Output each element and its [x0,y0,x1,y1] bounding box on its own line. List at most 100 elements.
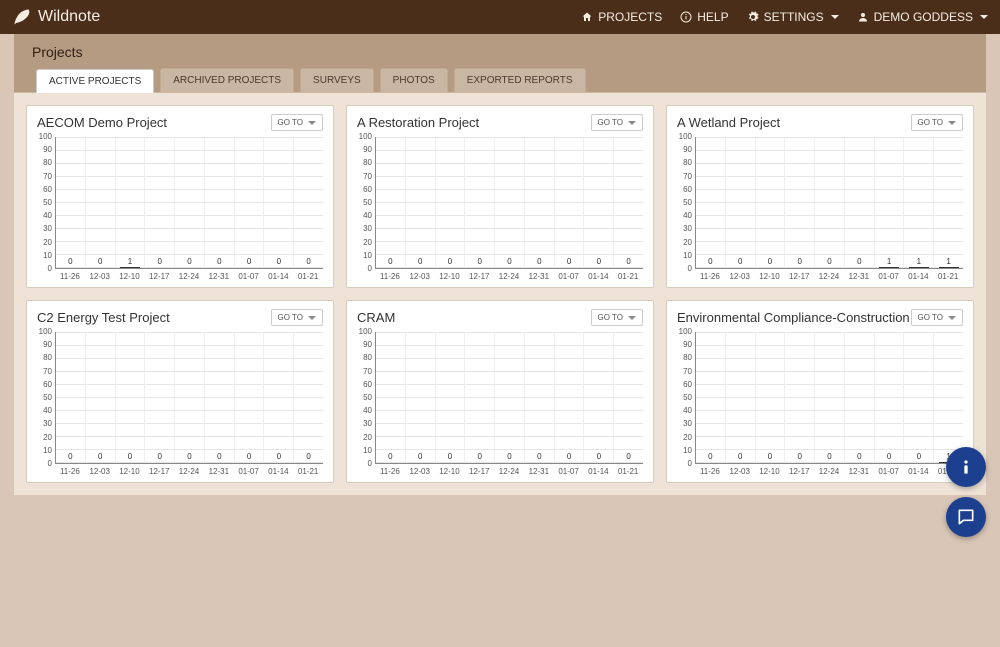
column-value: 0 [555,452,584,461]
chart-column: 1 [934,332,963,463]
chart-column: 1 [875,137,905,268]
column-value: 0 [465,257,494,266]
chart-column: 0 [175,137,205,268]
chart-column: 0 [815,332,845,463]
nav-projects-label: PROJECTS [598,10,662,24]
plot-area: 00000000011-2612-0312-1012-1712-2412-310… [375,137,643,281]
column-value: 0 [815,257,844,266]
chart-column: 0 [614,332,643,463]
chevron-down-icon [308,121,316,125]
column-value: 0 [376,452,405,461]
column-value: 0 [584,452,613,461]
column-value: 1 [116,257,145,266]
nav-help-label: HELP [697,10,728,24]
x-axis: 11-2612-0312-1012-1712-2412-3101-0701-14… [55,467,323,476]
feather-icon [12,7,32,27]
value-underline [909,267,929,268]
column-value: 0 [495,257,524,266]
tab-archived-projects[interactable]: ARCHIVED PROJECTS [160,68,294,92]
chart-column: 0 [465,332,495,463]
column-value: 0 [785,257,814,266]
plot-area: 00000011111-2612-0312-1012-1712-2412-310… [695,137,963,281]
column-value: 0 [584,257,613,266]
nav-projects[interactable]: PROJECTS [581,10,662,24]
chart-column: 1 [934,137,963,268]
goto-button[interactable]: GO TO [591,114,644,131]
column-value: 0 [264,452,293,461]
column-value: 1 [904,257,933,266]
chart-column: 0 [525,137,555,268]
column-value: 0 [406,452,435,461]
y-axis: 1009080706050403020100 [37,137,55,269]
tab-surveys[interactable]: SURVEYS [300,68,374,92]
column-value: 0 [116,452,145,461]
chart-column: 0 [495,332,525,463]
column-value: 0 [465,452,494,461]
tabs-row: ACTIVE PROJECTSARCHIVED PROJECTSSURVEYSP… [32,68,968,92]
goto-label: GO TO [918,118,944,127]
chevron-down-icon [831,15,839,19]
plot-area: 00100000011-2612-0312-1012-1712-2412-310… [55,137,323,281]
value-underline [120,267,140,268]
chart: 100908070605040302010000000000011-2612-0… [357,137,643,281]
chart-column: 0 [376,137,406,268]
chart-column: 0 [205,332,235,463]
chart-column: 0 [116,332,146,463]
column-value: 0 [294,257,323,266]
nav-user[interactable]: DEMO GODDESS [857,10,988,24]
goto-button[interactable]: GO TO [271,309,324,326]
x-axis: 11-2612-0312-1012-1712-2412-3101-0701-14… [375,467,643,476]
y-axis: 1009080706050403020100 [37,332,55,464]
chevron-down-icon [308,316,316,320]
column-value: 0 [205,452,234,461]
chart-column: 0 [756,137,786,268]
card-header: Environmental Compliance-ConstructionGO … [677,309,963,326]
project-card: A Wetland ProjectGO TO100908070605040302… [666,105,974,288]
goto-label: GO TO [278,118,304,127]
nav-settings[interactable]: SETTINGS [747,10,839,24]
tab-active-projects[interactable]: ACTIVE PROJECTS [36,69,154,93]
goto-button[interactable]: GO TO [911,309,964,326]
chart: 100908070605040302010000000000011-2612-0… [37,332,323,476]
project-card: Environmental Compliance-ConstructionGO … [666,300,974,483]
x-axis: 11-2612-0312-1012-1712-2412-3101-0701-14… [695,272,963,281]
goto-button[interactable]: GO TO [271,114,324,131]
nav-user-label: DEMO GODDESS [874,10,973,24]
goto-button[interactable]: GO TO [591,309,644,326]
chart-column: 0 [56,332,86,463]
subheader: Projects ACTIVE PROJECTSARCHIVED PROJECT… [14,34,986,92]
project-title: A Wetland Project [677,115,780,130]
brand-text: Wildnote [38,8,100,26]
chart-column: 0 [465,137,495,268]
chart-column: 0 [696,137,726,268]
chart-column: 0 [294,332,323,463]
project-title: C2 Energy Test Project [37,310,170,325]
brand[interactable]: Wildnote [12,7,100,27]
y-axis: 1009080706050403020100 [357,137,375,269]
chevron-down-icon [948,316,956,320]
column-value: 0 [376,257,405,266]
column-value: 1 [875,257,904,266]
column-value: 0 [845,452,874,461]
projects-grid: AECOM Demo ProjectGO TO10090807060504030… [14,92,986,495]
topbar: Wildnote PROJECTS HELP SETTINGS DEMO GOD… [0,0,1000,34]
chart-column: 0 [406,332,436,463]
chart-column: 0 [875,332,905,463]
goto-button[interactable]: GO TO [911,114,964,131]
chart: 100908070605040302010000000000011-2612-0… [357,332,643,476]
value-underline [939,267,959,268]
chevron-down-icon [628,316,636,320]
tab-photos[interactable]: PHOTOS [380,68,448,92]
nav-help[interactable]: HELP [680,10,728,24]
info-fab[interactable] [946,447,986,487]
y-axis: 1009080706050403020100 [357,332,375,464]
chart-column: 0 [614,137,643,268]
chart-column: 0 [376,332,406,463]
y-axis: 1009080706050403020100 [677,332,695,464]
tab-exported-reports[interactable]: EXPORTED REPORTS [454,68,586,92]
chart-column: 0 [145,332,175,463]
chat-fab[interactable] [946,497,986,537]
column-value: 0 [756,257,785,266]
chart-column: 0 [86,137,116,268]
column-value: 0 [86,452,115,461]
